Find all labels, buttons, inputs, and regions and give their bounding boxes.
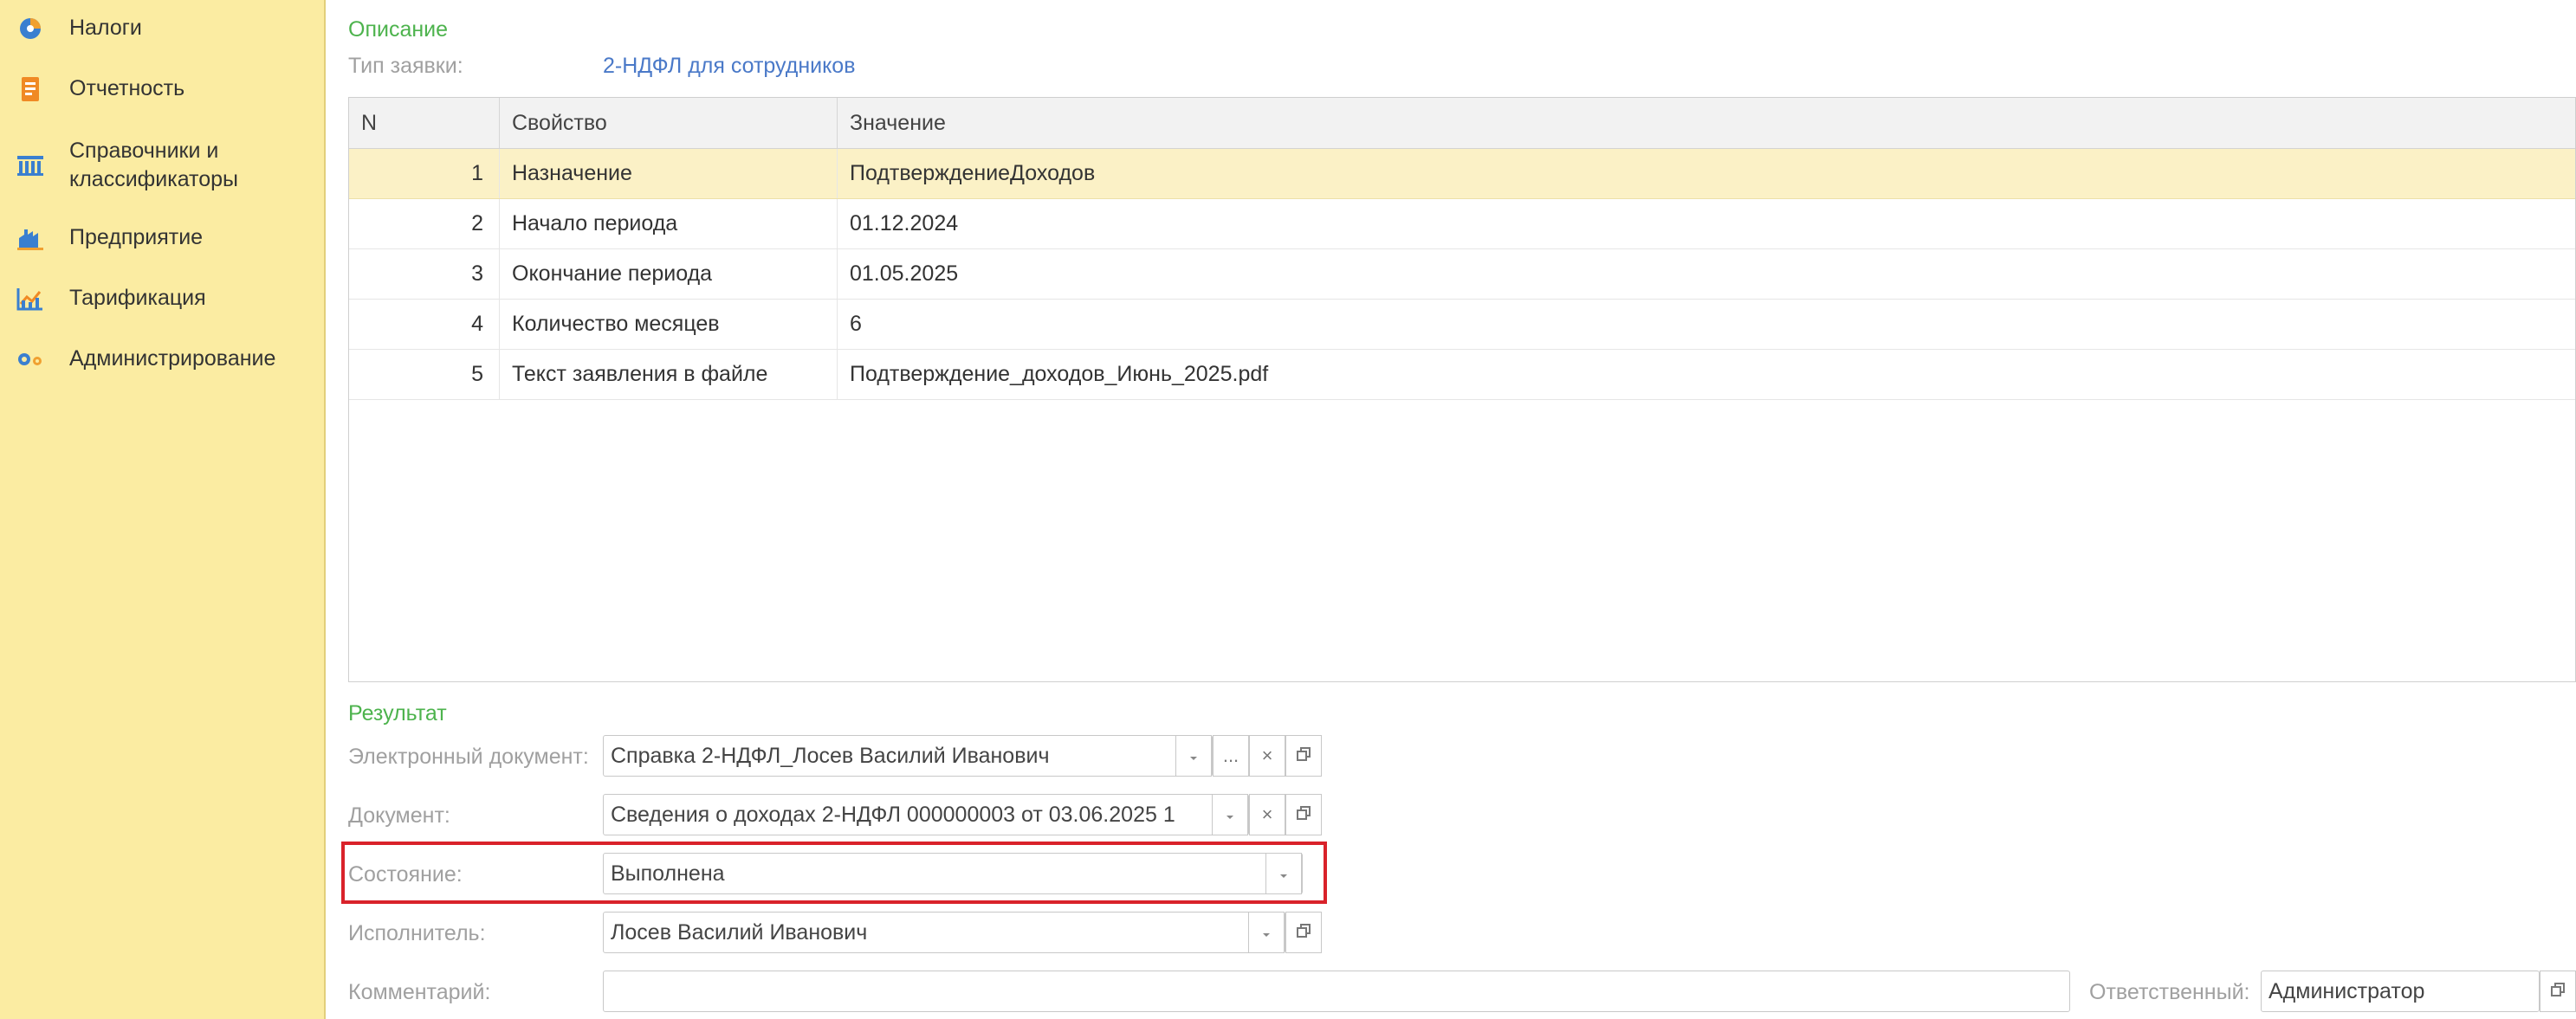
enterprise-icon: [16, 223, 45, 253]
doc-dropdown-button[interactable]: [1212, 794, 1248, 835]
sidebar-item-admin[interactable]: Администрирование: [0, 345, 322, 376]
row-property: Начало периода: [500, 199, 838, 248]
state-select[interactable]: Выполнена: [603, 853, 1303, 894]
responsible-field[interactable]: Администратор: [2261, 971, 2540, 1012]
edoc-value: Справка 2-НДФЛ_Лосев Василий Иванович: [611, 744, 1050, 768]
executor-label: Исполнитель:: [348, 921, 486, 945]
state-value: Выполнена: [611, 861, 725, 886]
edoc-clear-button[interactable]: ×: [1249, 735, 1285, 777]
comment-field[interactable]: [603, 971, 2070, 1012]
description-section-title: Описание: [348, 17, 449, 42]
open-window-icon: [2550, 980, 2566, 1003]
comment-label: Комментарий:: [348, 980, 491, 1004]
edoc-dropdown-button[interactable]: [1175, 735, 1212, 777]
executor-dropdown-button[interactable]: [1248, 912, 1285, 953]
open-window-icon: [1296, 745, 1311, 767]
close-icon: ×: [1261, 803, 1273, 825]
open-window-icon: [1296, 921, 1311, 944]
row-property: Количество месяцев: [500, 300, 838, 349]
sidebar-item-taxes[interactable]: Налоги: [0, 14, 322, 45]
sidebar-item-label: Справочники и: [69, 139, 219, 163]
sidebar-item-enterprise[interactable]: Предприятие: [0, 223, 322, 255]
row-number: 1: [349, 149, 500, 198]
row-property: Окончание периода: [500, 249, 838, 299]
table-header: N Свойство Значение: [349, 98, 2575, 149]
table-row[interactable]: 5 Текст заявления в файле Подтверждение_…: [349, 350, 2575, 400]
edoc-open-button[interactable]: [1285, 735, 1322, 777]
table-row[interactable]: 2 Начало периода 01.12.2024: [349, 199, 2575, 249]
doc-value: Сведения о доходах 2-НДФЛ 000000003 от 0…: [611, 803, 1175, 827]
table-row[interactable]: 4 Количество месяцев 6: [349, 300, 2575, 350]
chevron-down-icon: [1188, 745, 1199, 767]
open-window-icon: [1296, 803, 1311, 826]
row-value: ПодтверждениеДоходов: [850, 161, 1096, 185]
tariff-icon: [16, 284, 45, 313]
sidebar-item-tariff[interactable]: Тарификация: [0, 284, 322, 315]
taxes-icon: [16, 14, 45, 43]
close-icon: ×: [1261, 745, 1273, 766]
sidebar-item-label: Налоги: [69, 16, 142, 40]
column-header-value[interactable]: Значение: [838, 98, 2575, 148]
properties-table: N Свойство Значение 1 Назначение Подтвер…: [348, 97, 2576, 682]
row-property: Текст заявления в файле: [500, 350, 838, 399]
sidebar-item-label: Администрирование: [69, 346, 276, 371]
table-row[interactable]: 1 Назначение ПодтверждениеДоходов: [349, 149, 2575, 199]
chevron-down-icon: [1261, 921, 1272, 944]
edoc-field[interactable]: Справка 2-НДФЛ_Лосев Василий Иванович: [603, 735, 1213, 777]
edoc-label: Электронный документ:: [348, 745, 589, 769]
chevron-down-icon: [1225, 803, 1235, 826]
row-value: 01.12.2024: [850, 211, 959, 235]
responsible-open-button[interactable]: [2540, 971, 2576, 1012]
chevron-down-icon: [1278, 862, 1289, 885]
executor-value: Лосев Василий Иванович: [611, 920, 868, 945]
table-row[interactable]: 3 Окончание периода 01.05.2025: [349, 249, 2575, 300]
executor-open-button[interactable]: [1285, 912, 1322, 953]
responsible-label: Ответственный:: [2089, 980, 2250, 1004]
doc-label: Документ:: [348, 803, 450, 828]
sidebar-item-label: Отчетность: [69, 76, 185, 100]
result-section-title: Результат: [348, 701, 447, 726]
admin-gears-icon: [16, 345, 45, 374]
request-type-link[interactable]: 2-НДФЛ для сотрудников: [603, 54, 856, 79]
sidebar-item-reports[interactable]: Отчетность: [0, 74, 322, 106]
request-type-label: Тип заявки:: [348, 54, 463, 78]
column-header-property[interactable]: Свойство: [500, 98, 838, 148]
executor-field[interactable]: Лосев Василий Иванович: [603, 912, 1285, 953]
sidebar: Налоги Отчетность Справочники и классифи…: [0, 0, 326, 1019]
ellipsis-icon: ...: [1222, 745, 1239, 766]
row-value: 6: [850, 312, 862, 336]
column-header-n[interactable]: N: [349, 98, 500, 148]
edoc-select-button[interactable]: ...: [1213, 735, 1249, 777]
doc-open-button[interactable]: [1285, 794, 1322, 835]
row-number: 4: [349, 300, 500, 349]
doc-field[interactable]: Сведения о доходах 2-НДФЛ 000000003 от 0…: [603, 794, 1249, 835]
reports-icon: [16, 74, 45, 104]
state-dropdown-button[interactable]: [1265, 853, 1302, 894]
catalogs-icon: [16, 151, 45, 180]
responsible-value: Администратор: [2269, 979, 2425, 1003]
sidebar-item-label: Тарификация: [69, 286, 206, 310]
row-value: Подтверждение_доходов_Июнь_2025.pdf: [850, 362, 1269, 386]
row-number: 3: [349, 249, 500, 299]
row-value: 01.05.2025: [850, 261, 959, 286]
row-number: 5: [349, 350, 500, 399]
row-property: Назначение: [500, 149, 838, 198]
main-content: Описание Тип заявки: 2-НДФЛ для сотрудни…: [326, 0, 2576, 1019]
state-label: Состояние:: [348, 862, 463, 887]
sidebar-item-label: Предприятие: [69, 225, 204, 249]
doc-clear-button[interactable]: ×: [1249, 794, 1285, 835]
sidebar-item-label-line2: классификаторы: [69, 167, 238, 191]
row-number: 2: [349, 199, 500, 248]
sidebar-item-catalogs[interactable]: Справочники и классификаторы: [0, 137, 322, 194]
